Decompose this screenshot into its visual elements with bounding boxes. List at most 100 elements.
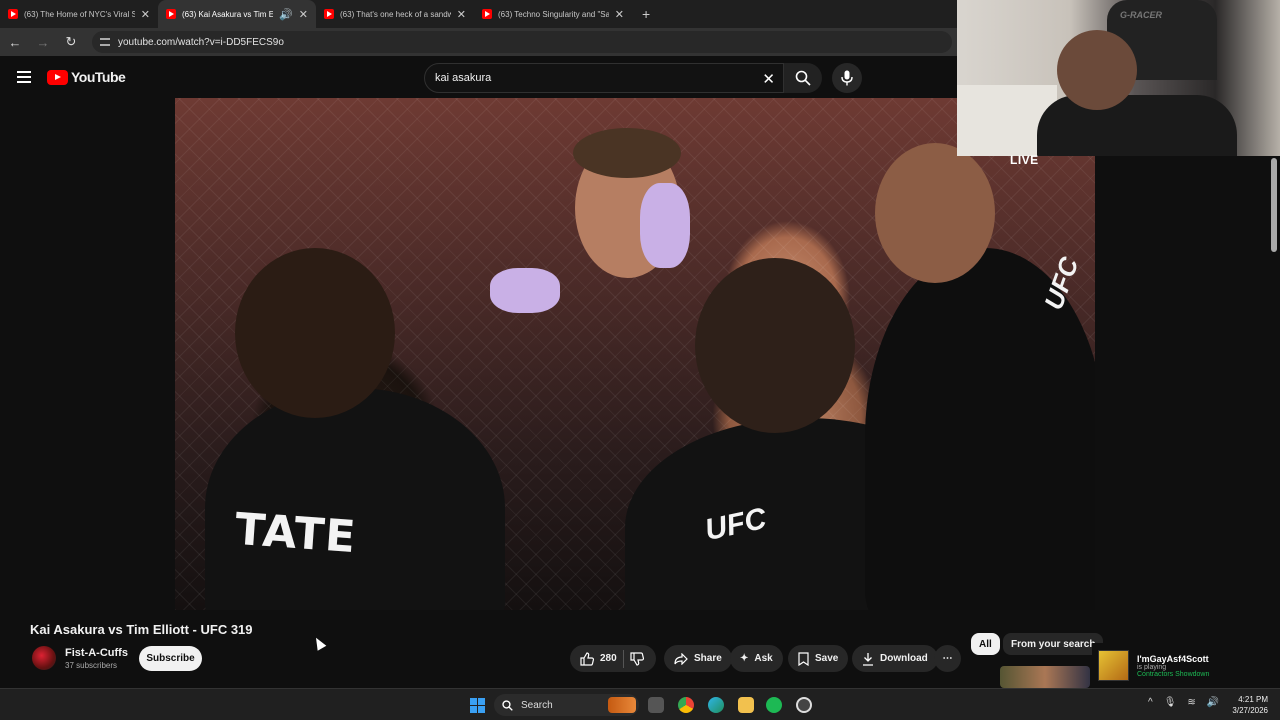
browser-nav-bar: ← → ↻ youtube.com/watch?v=i-DD5FECS9o (0, 28, 960, 56)
youtube-header: YouTube kai asakura ✕ (0, 58, 960, 98)
voice-search-button[interactable] (832, 63, 862, 93)
spotify-icon[interactable] (766, 697, 782, 713)
like-count: 280 (600, 653, 617, 664)
notification-text: I'mGayAsf4Scott is playing Contractors S… (1137, 654, 1209, 678)
address-bar[interactable]: youtube.com/watch?v=i-DD5FECS9o (92, 31, 952, 53)
search-button[interactable] (784, 63, 822, 93)
cornerman-right-head (875, 143, 995, 283)
streamer-head (1057, 30, 1137, 110)
browser-tab-2[interactable]: (63) Kai Asakura vs Tim Elli 🔊 ✕ (158, 0, 316, 28)
youtube-favicon-icon (8, 9, 18, 19)
tab-title: (63) Kai Asakura vs Tim Elli (182, 9, 274, 19)
close-tab-icon[interactable]: ✕ (615, 8, 624, 21)
fighter-hair (573, 128, 681, 178)
streamer-shirt (1037, 95, 1237, 156)
system-tray: ^ 🎙 ≋ 🔊 (1148, 697, 1219, 708)
thumbs-down-icon[interactable] (630, 651, 644, 666)
ask-button[interactable]: ✦ Ask (730, 645, 783, 672)
spotify-status: is playing (1137, 663, 1167, 671)
back-arrow-icon[interactable]: ← (8, 35, 22, 50)
download-icon (863, 652, 873, 666)
microphone-icon (841, 70, 853, 86)
cornerman-left-head (235, 248, 395, 418)
game-art-icon (1098, 650, 1129, 681)
download-button[interactable]: Download (852, 645, 938, 672)
clock[interactable]: 4:21 PM 3/27/2026 (1228, 694, 1268, 716)
site-info-icon[interactable] (100, 38, 110, 46)
close-tab-icon[interactable]: ✕ (457, 8, 466, 21)
tab-title: (63) Techno Singularity and "Sa (498, 9, 609, 19)
browser-tab-bar: (63) The Home of NYC's Viral S ✕ (63) Kai… (0, 0, 960, 28)
page-scrollbar[interactable] (1271, 158, 1277, 252)
volume-icon[interactable]: 🔊 (1207, 697, 1219, 708)
windows-start-icon[interactable] (470, 698, 485, 713)
browser-tab-3[interactable]: (63) That's one heck of a sandw ✕ (316, 0, 474, 28)
glove-right (640, 183, 690, 268)
download-label: Download (880, 653, 928, 664)
thumbs-up-icon (580, 651, 594, 666)
youtube-favicon-icon (482, 9, 492, 19)
speaker-icon[interactable]: 🔊 (279, 8, 293, 21)
wifi-icon[interactable]: ≋ (1187, 697, 1195, 708)
chrome-icon[interactable] (678, 697, 694, 713)
screen: (63) The Home of NYC's Viral S ✕ (63) Kai… (0, 0, 1280, 720)
subscriber-count: 37 subscribers (65, 661, 118, 670)
share-button[interactable]: Share (664, 645, 732, 672)
share-arrow-icon (674, 652, 688, 665)
forward-arrow-icon[interactable]: → (36, 35, 50, 50)
more-actions-button[interactable]: ⋯ (934, 645, 961, 672)
like-button[interactable]: 280 (580, 651, 617, 666)
reload-icon[interactable]: ↻ (64, 34, 78, 50)
like-dislike-group: 280 (570, 645, 656, 672)
video-player[interactable]: TATE UFC UFC (175, 98, 1095, 610)
chip-from-your-search[interactable]: From your search (1003, 633, 1104, 655)
glove-left (490, 268, 560, 313)
divider (622, 649, 624, 668)
windows-taskbar: Search ^ 🎙 ≋ 🔊 4:21 PM 3/27/2026 (0, 688, 1280, 720)
chevron-up-icon[interactable]: ^ (1148, 697, 1153, 708)
microphone-icon[interactable]: 🎙 (1164, 697, 1177, 708)
search-input[interactable]: kai asakura ✕ (424, 63, 784, 93)
chip-all[interactable]: All (971, 633, 1000, 655)
new-tab-button[interactable]: + (632, 0, 660, 28)
chair-brand-text: G-RACER (1120, 10, 1162, 20)
youtube-favicon-icon (324, 9, 334, 19)
save-label: Save (815, 653, 839, 664)
live-label: LIVE (1010, 153, 1039, 167)
search-icon (502, 699, 513, 711)
spotify-user: I'mGayAsf4Scott (1137, 653, 1209, 664)
close-tab-icon[interactable]: ✕ (299, 8, 308, 21)
obs-icon[interactable] (796, 697, 812, 713)
logo-text: YouTube (71, 69, 126, 85)
sparkle-icon: ✦ (740, 653, 749, 664)
youtube-logo[interactable]: YouTube (47, 69, 126, 85)
browser-tab-4[interactable]: (63) Techno Singularity and "Sa ✕ (474, 0, 632, 28)
file-explorer-icon[interactable] (738, 697, 754, 713)
channel-avatar[interactable] (32, 646, 56, 670)
search-value: kai asakura (435, 72, 492, 84)
spotify-game: Contractors Showdown (1137, 670, 1210, 678)
webcam-overlay: G-RACER (957, 0, 1280, 156)
save-button[interactable]: Save (788, 645, 849, 672)
youtube-favicon-icon (166, 9, 176, 19)
task-view-icon[interactable] (648, 697, 664, 713)
spotify-notification[interactable]: I'mGayAsf4Scott is playing Contractors S… (1092, 643, 1280, 688)
youtube-play-icon (47, 69, 68, 85)
menu-icon[interactable] (17, 71, 31, 83)
taskbar-search-label: Search (521, 699, 553, 711)
clear-search-icon[interactable]: ✕ (762, 70, 775, 88)
url-text: youtube.com/watch?v=i-DD5FECS9o (118, 36, 284, 48)
close-tab-icon[interactable]: ✕ (141, 8, 150, 21)
tate-shirt-text: TATE (233, 503, 358, 564)
recommended-video-thumbnail[interactable] (1000, 666, 1090, 688)
search-highlight-icon[interactable] (608, 697, 636, 713)
subscribe-button[interactable]: Subscribe (139, 646, 202, 671)
tab-title: (63) The Home of NYC's Viral S (24, 9, 135, 19)
bookmark-icon (798, 651, 809, 666)
share-label: Share (694, 653, 722, 664)
cornerman-center-head (695, 258, 855, 433)
channel-name[interactable]: Fist-A-Cuffs (65, 647, 128, 659)
edge-icon[interactable] (708, 697, 724, 713)
browser-tab-1[interactable]: (63) The Home of NYC's Viral S ✕ (0, 0, 158, 28)
video-title: Kai Asakura vs Tim Elliott - UFC 319 (30, 622, 253, 637)
